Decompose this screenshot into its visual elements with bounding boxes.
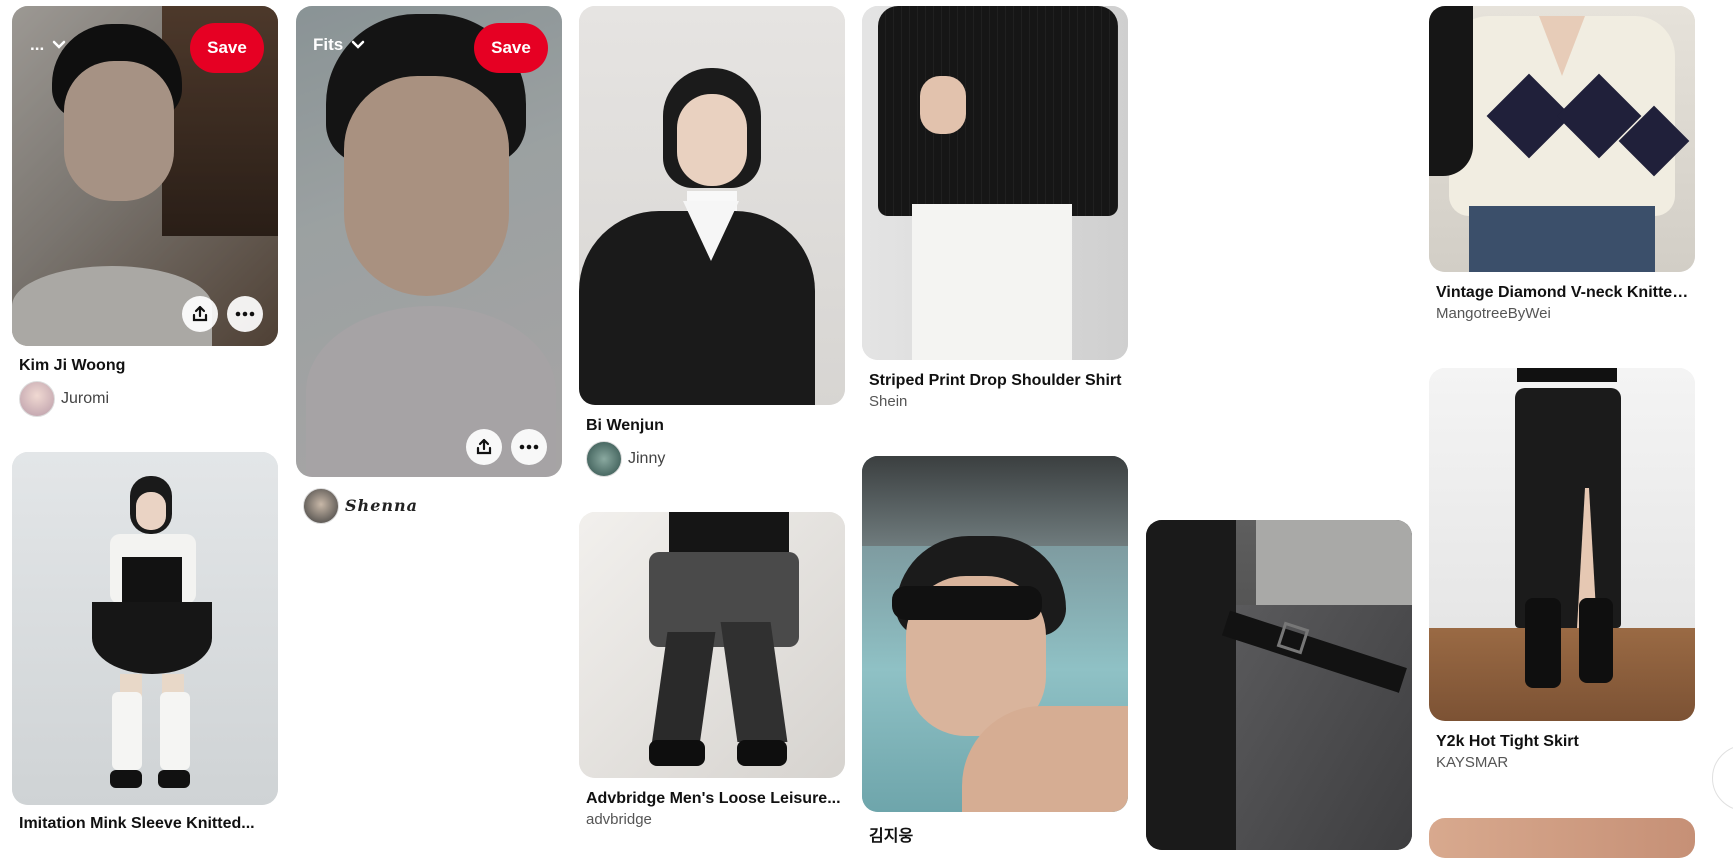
board-select-button[interactable]: ... <box>30 35 66 55</box>
pin-title[interactable]: Y2k Hot Tight Skirt <box>1436 733 1691 751</box>
board-label: Fits <box>313 35 344 54</box>
pin-source[interactable]: KAYSMAR <box>1436 754 1508 771</box>
floating-help-button[interactable] <box>1712 745 1733 811</box>
pin-title[interactable]: Advbridge Men's Loose Leisure... <box>586 790 841 808</box>
pin-source[interactable]: Shein <box>869 393 907 410</box>
pin-image-advbridge[interactable] <box>579 512 845 778</box>
pin-title[interactable]: 김지웅 <box>869 822 1124 846</box>
board-select-button[interactable]: Fits <box>313 35 365 55</box>
pin-image-trousers[interactable] <box>1146 520 1412 850</box>
chevron-down-icon <box>351 40 365 49</box>
pin-title[interactable]: Striped Print Drop Shoulder Shirt <box>869 372 1124 390</box>
share-button[interactable] <box>182 296 218 332</box>
creator-avatar[interactable] <box>303 488 339 524</box>
pin-image-partial[interactable] <box>1429 818 1695 858</box>
more-options-icon <box>519 444 539 450</box>
save-button[interactable]: Save <box>190 23 264 73</box>
board-label: ... <box>30 35 45 54</box>
creator-avatar[interactable] <box>586 441 622 477</box>
pin-source[interactable]: MangotreeByWei <box>1436 305 1551 322</box>
creator-name[interactable]: Jinny <box>628 450 665 468</box>
pin-title[interactable]: Kim Ji Woong <box>19 357 274 375</box>
share-icon <box>476 438 492 455</box>
creator-avatar[interactable] <box>19 381 55 417</box>
creator-name[interactable]: Juromi <box>61 390 109 408</box>
pin-source[interactable]: advbridge <box>586 811 652 828</box>
pin-image-fits[interactable] <box>296 6 562 477</box>
pin-image-imitation-mink[interactable] <box>12 452 278 805</box>
chevron-down-icon <box>52 40 66 49</box>
pin-image-bi-wenjun[interactable] <box>579 6 845 405</box>
save-button[interactable]: Save <box>474 23 548 73</box>
share-button[interactable] <box>466 429 502 465</box>
pin-image-vintage-sweater[interactable] <box>1429 6 1695 272</box>
creator-name[interactable]: Shenna <box>345 496 418 515</box>
pin-image-striped-shirt[interactable] <box>862 6 1128 360</box>
pin-image-pool-portrait[interactable] <box>862 456 1128 812</box>
more-options-button[interactable] <box>227 296 263 332</box>
pin-title[interactable]: Vintage Diamond V-neck Knitted... <box>1436 284 1691 302</box>
pin-image-y2k-skirt[interactable] <box>1429 368 1695 721</box>
share-icon <box>192 305 208 322</box>
pin-title[interactable]: Imitation Mink Sleeve Knitted... <box>19 815 274 833</box>
pin-title[interactable]: Bi Wenjun <box>586 417 841 435</box>
more-options-icon <box>235 311 255 317</box>
more-options-button[interactable] <box>511 429 547 465</box>
